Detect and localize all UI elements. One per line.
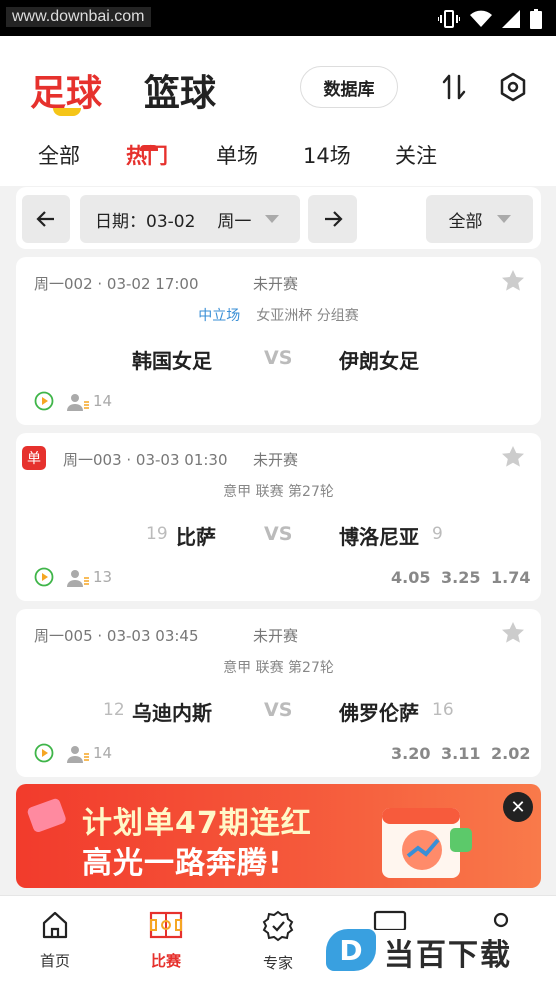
nav-experts[interactable]: 专家 [238,910,318,973]
caret-down-icon [265,215,280,223]
follower-count: 14 [93,744,113,762]
star-icon[interactable] [501,269,525,293]
odds-draw: 3.25 [441,568,481,587]
tab-14-matches[interactable]: 14场 [303,140,351,170]
site-logo-icon: D [326,929,376,971]
match-status: 未开赛 [253,275,299,293]
away-rank: 16 [432,700,454,720]
active-tab-indicator [140,145,158,151]
pitch-icon [149,911,183,939]
home-rank: 19 [146,524,168,544]
badge-check-icon [262,910,294,942]
play-icon[interactable] [34,567,54,587]
date-filter-bar: 日期：03-02 周一 全部 [16,187,541,249]
away-team: 佛罗伦萨 [339,701,419,725]
nav-home-label: 首页 [39,952,70,970]
battery-icon [530,9,542,29]
odds-draw: 3.11 [441,744,481,763]
league-label: 意甲 联赛 第27轮 [223,660,334,676]
tab-all[interactable]: 全部 [38,140,80,170]
home-rank: 12 [103,700,125,720]
banner-line2: 高光一路奔腾! [82,846,283,881]
next-date-button[interactable] [308,195,357,243]
scope-selector[interactable]: 全部 [426,195,533,243]
star-icon[interactable] [501,621,525,645]
away-rank: 9 [432,524,443,544]
odds-home: 3.20 [391,744,431,763]
profile-icon[interactable] [486,910,516,930]
ticket-icon [27,798,66,833]
play-icon[interactable] [34,391,54,411]
category-tabs: 全部 热门 单场 14场 关注 [0,136,556,176]
users-icon [67,746,89,763]
match-id-time: 周一003 · 03-03 01:30 [63,451,228,469]
home-team: 乌迪内斯 [132,701,212,725]
home-icon [42,911,68,939]
follower-count: 14 [93,392,113,410]
arrow-left-icon [36,211,54,227]
away-team: 伊朗女足 [339,349,419,373]
home-team: 比萨 [176,525,216,549]
banner-line1: 计划单47期连红 [82,806,312,841]
odds-away: 2.02 [491,744,531,763]
close-banner-button[interactable]: ✕ [503,792,533,822]
away-team: 博洛尼亚 [339,525,419,549]
match-status: 未开赛 [253,451,299,469]
neutral-venue-label: 中立场 [198,308,241,324]
scope-label: 全部 [448,211,483,232]
nav-experts-label: 专家 [262,954,293,972]
vs-label: VS [264,523,293,545]
prev-date-button[interactable] [22,195,70,243]
header: 足球 篮球 数据库 全部 热门 单场 14场 关注 [0,36,556,186]
league-label: 女亚洲杯 分组赛 [256,308,359,324]
vibrate-icon [438,10,460,28]
odds-away: 1.74 [491,568,531,587]
caret-down-icon [496,215,511,223]
users-icon [67,394,89,411]
match-id-time: 周一002 · 03-02 17:00 [34,275,199,293]
match-card[interactable]: 单 周一003 · 03-03 01:30 未开赛 意甲 联赛 第27轮 19 … [16,433,541,601]
sort-icon[interactable] [439,72,469,102]
site-watermark-text: 当百下载 [384,938,512,973]
tab-follow[interactable]: 关注 [395,140,437,170]
nav-matches-label: 比赛 [150,952,181,970]
wifi-icon [470,10,492,27]
follower-count: 13 [93,568,113,586]
nav-home[interactable]: 首页 [15,910,95,971]
single-badge: 单 [22,446,46,470]
odds-home: 4.05 [391,568,431,587]
arrow-right-icon [324,211,343,227]
tab-basketball[interactable]: 篮球 [144,64,216,116]
settings-icon[interactable] [498,72,528,102]
active-sport-indicator [53,108,81,116]
tab-single[interactable]: 单场 [216,140,258,170]
users-icon [67,570,89,587]
play-icon[interactable] [34,743,54,763]
signal-icon [502,10,520,28]
match-card[interactable]: 周一005 · 03-03 03:45 未开赛 意甲 联赛 第27轮 12 乌迪… [16,609,541,777]
match-card[interactable]: 周一002 · 03-02 17:00 未开赛 中立场 女亚洲杯 分组赛 韩国女足… [16,257,541,425]
star-icon[interactable] [501,445,525,469]
status-bar: www.downbai.com [0,0,556,36]
database-button[interactable]: 数据库 [300,66,398,108]
date-label: 日期：03-02 [95,211,196,232]
weekday-label: 周一 [217,211,252,232]
match-status: 未开赛 [253,627,299,645]
site-watermark: www.downbai.com [6,7,151,27]
date-selector[interactable]: 日期：03-02 周一 [80,195,300,243]
match-id-time: 周一005 · 03-03 03:45 [34,627,199,645]
league-label: 意甲 联赛 第27轮 [223,484,334,500]
promo-banner[interactable]: 计划单47期连红 高光一路奔腾! ✕ [16,784,541,888]
vs-label: VS [264,347,293,369]
document-icon[interactable] [373,910,407,930]
calendar-illustration-icon [382,808,472,878]
vs-label: VS [264,699,293,721]
home-team: 韩国女足 [132,349,212,373]
nav-matches[interactable]: 比赛 [126,910,206,971]
